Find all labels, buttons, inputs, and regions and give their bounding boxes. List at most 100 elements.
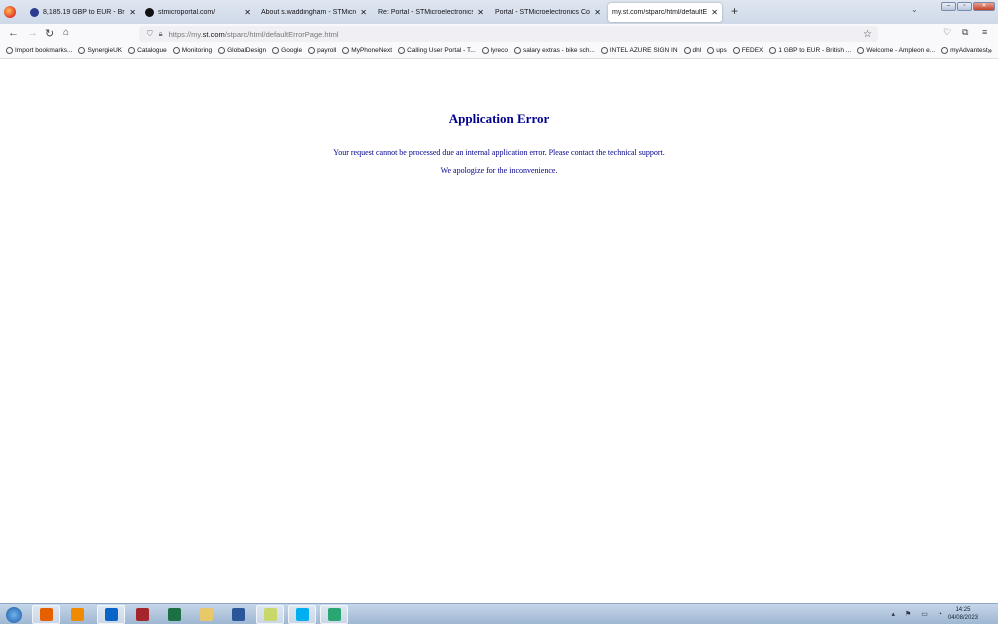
media-player-icon [71,608,84,621]
bookmark-label: dhl [693,48,702,55]
bookmark-item[interactable]: payroll [308,47,336,54]
bookmark-icon [857,47,864,54]
skype-taskbar-button[interactable] [288,605,316,624]
firefox-menu-icon[interactable] [4,6,16,18]
extensions-icon[interactable]: ⧉ [962,27,968,38]
bookmark-icon [342,47,349,54]
more-bookmarks-icon[interactable]: » [988,46,992,55]
tab[interactable]: Re: Portal - STMicroelectronics Com✕ [374,3,488,22]
excel-taskbar-button[interactable] [160,605,188,624]
chat-taskbar-button[interactable] [320,605,348,624]
menu-icon[interactable]: ≡ [982,27,987,37]
bookmark-item[interactable]: INTEL AZURE SIGN IN [601,47,678,54]
bookmarks-toolbar: Import bookmarks... SynergieUK Catalogue Mo… [0,44,998,59]
bookmark-icon [398,47,405,54]
home-button[interactable]: ⌂ [63,27,69,38]
bookmark-label: Calling User Portal - T... [407,48,476,55]
favicon-icon [145,8,154,17]
bookmark-item[interactable]: GlobalDesign [218,47,266,54]
bookmark-icon [601,47,608,54]
bookmark-item[interactable]: 1 GBP to EUR - British ... [769,47,851,54]
bookmark-label: lyreco [491,48,508,55]
bookmark-icon [308,47,315,54]
close-tab-icon[interactable]: ✕ [477,8,484,17]
bookmark-item[interactable]: dhl [684,47,702,54]
bookmark-label: Catalogue [137,48,167,55]
bookmark-label: myAdvantest [950,48,988,55]
bookmark-icon [6,47,13,54]
bookmark-item[interactable]: Import bookmarks... [6,47,72,54]
sticky-notes-taskbar-button[interactable] [256,605,284,624]
bookmark-item[interactable]: MyPhoneNext [342,47,392,54]
bookmark-item[interactable]: lyreco [482,47,508,54]
bookmark-item[interactable]: myAdvantest [941,47,988,54]
close-tab-icon[interactable]: ✕ [594,8,601,17]
bookmark-label: Welcome - Ampleon e... [866,48,935,55]
system-tray[interactable]: ▴ ⚑ ▭ ◔ [892,610,946,618]
close-tab-icon[interactable]: ✕ [711,8,718,17]
access-taskbar-button[interactable] [128,605,156,624]
word-taskbar-button[interactable] [224,605,252,624]
file-explorer-taskbar-button[interactable] [192,605,220,624]
list-all-tabs-button[interactable]: ⌄ [911,5,918,14]
tab-label: Portal - STMicroelectronics Commu [495,9,590,16]
tab[interactable]: About s.waddingham - STMicroele✕ [257,3,371,22]
tab[interactable]: my.st.com/stparc/html/defaultErro✕ [608,3,722,22]
bookmark-icon [128,47,135,54]
close-window-button[interactable]: ✕ [973,2,995,11]
bookmark-icon [78,47,85,54]
bookmark-icon [173,47,180,54]
bookmark-label: GlobalDesign [227,48,266,55]
clock[interactable]: 14:2504/08/2023 [948,606,978,622]
tab[interactable]: stmicroportal.com/✕ [141,3,255,22]
word-icon [232,608,245,621]
close-tab-icon[interactable]: ✕ [129,8,136,17]
bookmark-label: Google [281,48,302,55]
bookmark-label: 1 GBP to EUR - British ... [778,48,851,55]
bookmark-icon [272,47,279,54]
media-player-taskbar-button[interactable] [63,605,91,624]
navigation-toolbar: ← → ↻ ⌂ ⛉ 🔒︎ https://my.st.com/stparc/ht… [0,24,998,44]
start-button[interactable] [2,605,26,624]
outlook-icon [105,608,118,621]
bookmark-label: MyPhoneNext [351,48,392,55]
url-text: https://my.st.com/stparc/html/defaultErr… [169,30,339,39]
bookmark-item[interactable]: SynergieUK [78,47,122,54]
error-message: Your request cannot be processed due an … [0,148,998,157]
firefox-icon [40,608,53,621]
bookmark-item[interactable]: Google [272,47,302,54]
back-button[interactable]: ← [8,27,19,39]
bookmark-item[interactable]: salary extras - bike sch... [514,47,595,54]
lock-icon[interactable]: 🔒︎ [159,29,163,39]
reload-button[interactable]: ↻ [45,27,54,40]
tab[interactable]: 8,185.19 GBP to EUR - British Po✕ [26,3,140,22]
bookmark-icon [482,47,489,54]
bookmark-label: INTEL AZURE SIGN IN [610,48,678,55]
outlook-taskbar-button[interactable] [97,605,125,624]
page-title: Application Error [0,111,998,127]
bookmark-icon [941,47,948,54]
taskbar: ▴ ⚑ ▭ ◔ 14:2504/08/2023 [0,603,998,624]
close-tab-icon[interactable]: ✕ [360,8,367,17]
minimize-button[interactable]: – [941,2,956,11]
access-icon [136,608,149,621]
bookmark-item[interactable]: Catalogue [128,47,167,54]
bookmark-star-icon[interactable]: ☆ [863,29,872,40]
bookmark-item[interactable]: ups [707,47,726,54]
shield-icon[interactable]: ⛉ [147,29,153,39]
close-tab-icon[interactable]: ✕ [244,8,251,17]
maximize-button[interactable]: ▫ [957,2,972,11]
pocket-icon[interactable]: ♡ [943,27,951,38]
tab[interactable]: Portal - STMicroelectronics Commu ✕ [491,3,605,22]
bookmark-item[interactable]: Welcome - Ampleon e... [857,47,935,54]
bookmark-item[interactable]: FEDEX [733,47,764,54]
bookmark-item[interactable]: Calling User Portal - T... [398,47,476,54]
error-page: Application Error Your request cannot be… [0,60,998,175]
new-tab-button[interactable]: + [731,4,738,18]
bookmark-label: SynergieUK [87,48,122,55]
firefox-taskbar-button[interactable] [32,605,60,624]
apology-message: We apologize for the inconvenience. [0,166,998,175]
forward-button[interactable]: → [27,27,38,39]
bookmark-item[interactable]: Monitoring [173,47,212,54]
url-bar[interactable]: ⛉ 🔒︎ https://my.st.com/stparc/html/defau… [139,26,878,42]
